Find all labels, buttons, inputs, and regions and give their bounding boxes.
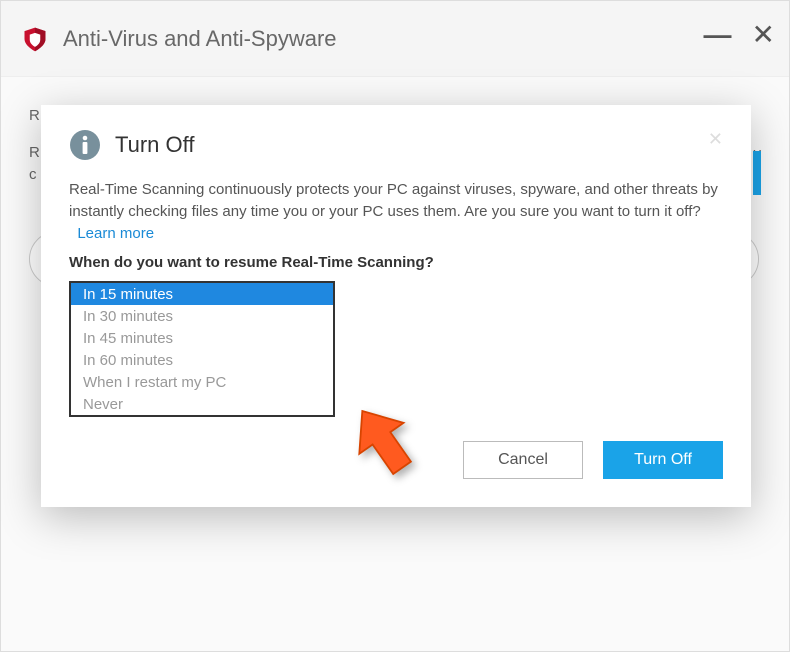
dropdown-option-30min[interactable]: In 30 minutes	[71, 305, 333, 327]
dialog-question: When do you want to resume Real-Time Sca…	[69, 254, 723, 271]
dialog-header: Turn Off ✕	[69, 129, 723, 161]
info-icon	[69, 129, 101, 161]
dialog-close-icon[interactable]: ✕	[708, 129, 723, 150]
turn-off-dialog: Turn Off ✕ Real-Time Scanning continuous…	[41, 105, 751, 507]
main-window: Anti-Virus and Anti-Spyware — ✕ R R c y …	[0, 0, 790, 652]
turn-off-button[interactable]: Turn Off	[603, 441, 723, 479]
dialog-body-text: Real-Time Scanning continuously protects…	[69, 181, 718, 220]
dialog-body: Real-Time Scanning continuously protects…	[69, 179, 723, 244]
dropdown-option-15min[interactable]: In 15 minutes	[71, 283, 333, 305]
dialog-title: Turn Off	[115, 132, 194, 158]
dropdown-option-restart[interactable]: When I restart my PC	[71, 371, 333, 393]
learn-more-link[interactable]: Learn more	[77, 225, 154, 242]
dropdown-option-never[interactable]: Never	[71, 393, 333, 415]
cancel-button[interactable]: Cancel	[463, 441, 583, 479]
resume-dropdown-listbox[interactable]: In 15 minutes In 30 minutes In 45 minute…	[69, 281, 335, 417]
dropdown-option-45min[interactable]: In 45 minutes	[71, 327, 333, 349]
dropdown-option-60min[interactable]: In 60 minutes	[71, 349, 333, 371]
modal-layer: Turn Off ✕ Real-Time Scanning continuous…	[1, 1, 789, 651]
dialog-footer: Cancel Turn Off	[69, 441, 723, 479]
